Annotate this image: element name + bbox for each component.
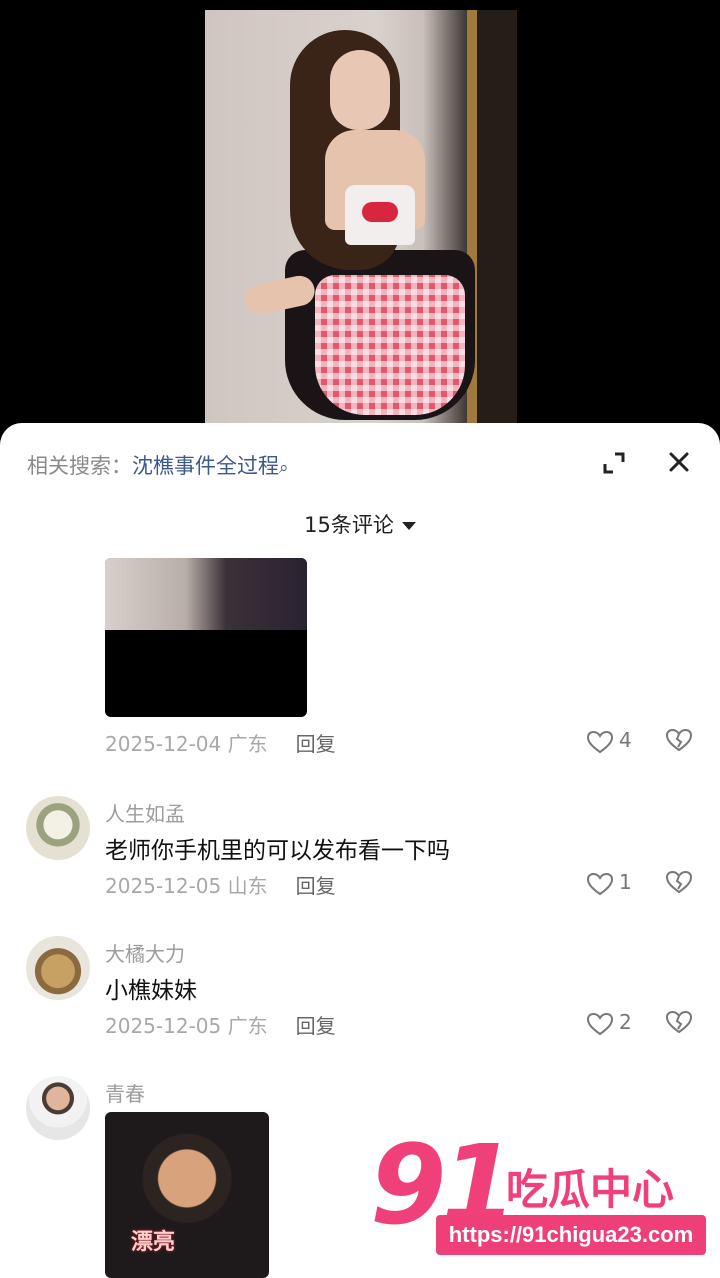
- related-search-prefix: 相关搜索：: [27, 454, 132, 478]
- comments-sheet: 相关搜索：沈樵事件全过程⌕ 15条评论 2025-12-04 广东 回复 4 人生…: [0, 423, 720, 1278]
- watermark-logo: 91 吃瓜中心 https://91chigua23.com: [370, 1120, 710, 1270]
- like-count: 1: [619, 870, 632, 894]
- video-frame[interactable]: [205, 10, 517, 440]
- like-button[interactable]: 2: [586, 1010, 638, 1038]
- comment-username[interactable]: 人生如孟: [105, 798, 185, 827]
- heart-icon: [586, 1012, 614, 1036]
- bow: [362, 202, 398, 222]
- search-icon: ⌕: [279, 458, 289, 478]
- comment-meta: 2025-12-05 山东 回复: [105, 870, 336, 899]
- face: [330, 50, 390, 130]
- comment-image[interactable]: [105, 558, 307, 717]
- dislike-button[interactable]: [665, 728, 693, 756]
- comment-username[interactable]: 青春: [105, 1078, 145, 1107]
- dislike-button[interactable]: [665, 1010, 693, 1038]
- avatar[interactable]: [26, 796, 90, 860]
- dislike-button[interactable]: [665, 870, 693, 898]
- reply-button[interactable]: 回复: [296, 874, 336, 898]
- comment-meta: 2025-12-04 广东 回复: [105, 728, 336, 757]
- watermark-name: 吃瓜中心: [506, 1165, 675, 1214]
- comment-text: 老师你手机里的可以发布看一下吗: [105, 838, 450, 864]
- reply-button[interactable]: 回复: [296, 1014, 336, 1038]
- expand-icon[interactable]: [600, 449, 628, 477]
- comment-text: 小樵妹妹: [105, 978, 197, 1004]
- dislike-icon: [665, 870, 693, 894]
- dislike-icon: [665, 728, 693, 752]
- caret-down-icon: [401, 522, 416, 530]
- like-button[interactable]: 4: [586, 728, 638, 756]
- like-button[interactable]: 1: [586, 870, 638, 898]
- related-search[interactable]: 相关搜索：沈樵事件全过程⌕: [27, 450, 289, 480]
- comment-meta: 2025-12-05 广东 回复: [105, 1010, 336, 1039]
- doorway: [477, 10, 517, 440]
- comment-date: 2025-12-05 广东: [105, 1014, 268, 1038]
- video-player[interactable]: [0, 0, 720, 440]
- close-icon[interactable]: [664, 447, 694, 477]
- watermark-url: https://91chigua23.com: [436, 1215, 706, 1255]
- comment-count-dropdown[interactable]: 15条评论: [0, 509, 720, 539]
- heart-icon: [586, 872, 614, 896]
- comment-date: 2025-12-04 广东: [105, 732, 268, 756]
- comment-gif[interactable]: 漂亮: [105, 1112, 269, 1278]
- avatar[interactable]: [26, 936, 90, 1000]
- heart-icon: [586, 730, 614, 754]
- avatar[interactable]: [26, 1076, 90, 1140]
- comment-username[interactable]: 大橘大力: [105, 938, 185, 967]
- reply-button[interactable]: 回复: [296, 732, 336, 756]
- dislike-icon: [665, 1010, 693, 1034]
- like-count: 2: [619, 1010, 632, 1034]
- gif-caption: 漂亮: [131, 1230, 176, 1255]
- apron-skirt: [315, 275, 465, 415]
- related-search-term[interactable]: 沈樵事件全过程: [132, 454, 279, 478]
- comment-date: 2025-12-05 山东: [105, 874, 268, 898]
- like-count: 4: [619, 728, 632, 752]
- comment-count: 15条评论: [304, 513, 394, 537]
